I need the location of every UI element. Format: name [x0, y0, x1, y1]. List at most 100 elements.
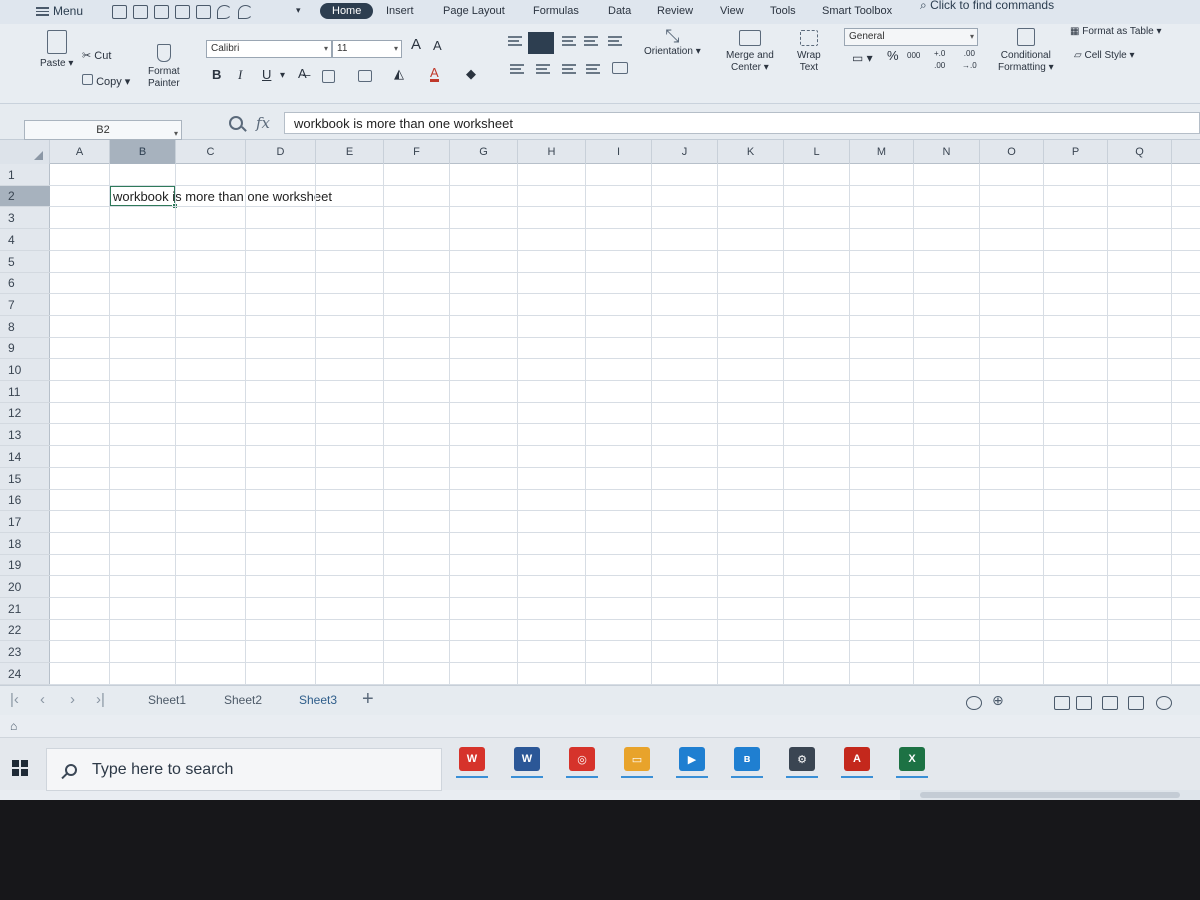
name-box[interactable]: B2 ▾ — [24, 120, 182, 140]
row-header[interactable]: 11 — [0, 381, 50, 403]
taskbar-app[interactable]: ⚙ — [780, 738, 824, 780]
reading-mode-icon[interactable] — [1054, 696, 1070, 710]
first-sheet-icon[interactable]: |‹ — [10, 691, 19, 708]
macro-recorder-icon[interactable]: ⌂ — [10, 719, 17, 733]
taskbar-app[interactable]: ▭ — [615, 738, 659, 780]
find-commands-search[interactable]: ⌕ Click to find commands — [920, 0, 1054, 13]
row-header[interactable]: 15 — [0, 468, 50, 490]
row-header[interactable]: 13 — [0, 424, 50, 446]
column-header[interactable]: A — [50, 140, 110, 164]
tab-tools[interactable]: Tools — [770, 5, 796, 17]
font-size-select[interactable]: 11 ▾ — [332, 40, 402, 58]
row-header[interactable]: 14 — [0, 446, 50, 468]
insert-function-button[interactable]: fx — [256, 114, 270, 132]
row-header[interactable]: 17 — [0, 511, 50, 533]
taskbar-app[interactable]: X — [890, 738, 934, 780]
row-header[interactable]: 20 — [0, 576, 50, 598]
fill-color-icon[interactable] — [358, 70, 372, 82]
taskbar-app[interactable]: W — [505, 738, 549, 780]
font-name-select[interactable]: Calibri ▾ — [206, 40, 332, 58]
normal-view-icon[interactable] — [1076, 696, 1092, 710]
save-icon[interactable] — [133, 5, 148, 19]
scrollbar-thumb[interactable] — [920, 792, 1180, 798]
eraser-icon[interactable]: ◆ — [466, 67, 476, 80]
print-preview-icon[interactable] — [196, 5, 211, 19]
paint-bucket-icon[interactable]: ◭ — [394, 67, 404, 80]
row-header[interactable]: 12 — [0, 403, 50, 424]
cell-style-button[interactable]: ▱ Cell Style ▾ — [1074, 50, 1135, 62]
prev-sheet-icon[interactable]: ‹ — [40, 691, 45, 708]
row-header[interactable]: 16 — [0, 490, 50, 511]
menu-button[interactable]: Menu — [36, 4, 83, 18]
row-header[interactable]: 24 — [0, 663, 50, 685]
row-header[interactable]: 22 — [0, 620, 50, 641]
align-middle-button-active[interactable] — [528, 32, 554, 54]
row-header[interactable]: 21 — [0, 598, 50, 620]
orientation-button[interactable]: ⤡ Orientation ▾ — [644, 27, 701, 58]
tab-view[interactable]: View — [720, 5, 744, 17]
column-header[interactable]: G — [450, 140, 518, 164]
row-header[interactable]: 8 — [0, 316, 50, 338]
add-sheet-icon[interactable]: + — [362, 688, 374, 711]
align-center-icon[interactable] — [536, 64, 550, 74]
taskbar-app[interactable]: ʙ — [725, 738, 769, 780]
taskbar-app[interactable]: A — [835, 738, 879, 780]
shrink-font-button[interactable]: A — [433, 38, 442, 53]
search-icon[interactable] — [229, 116, 243, 130]
wrap-text-button[interactable]: Wrap Text — [797, 30, 821, 74]
tab-home[interactable]: Home — [320, 3, 374, 19]
next-sheet-icon[interactable]: › — [70, 691, 75, 708]
taskbar-app[interactable]: W — [450, 738, 494, 780]
format-as-table-button[interactable]: ▦ Format as Table ▾ — [1070, 26, 1162, 38]
column-header[interactable]: Q — [1108, 140, 1172, 164]
italic-button[interactable]: I — [238, 67, 242, 83]
distributed-icon[interactable] — [612, 62, 628, 74]
column-header[interactable]: H — [518, 140, 586, 164]
percent-style-button[interactable]: % — [887, 49, 899, 62]
row-header[interactable]: 23 — [0, 641, 50, 663]
column-header[interactable]: E — [316, 140, 384, 164]
copy-button[interactable]: Copy ▾ — [82, 74, 130, 88]
conditional-formatting-button[interactable]: Conditional Formatting ▾ — [998, 28, 1054, 74]
indent-decrease-icon[interactable] — [584, 36, 598, 46]
row-header[interactable]: 1 — [0, 164, 50, 186]
taskbar-search-box[interactable]: Type here to search — [46, 748, 442, 791]
increase-decimal-icon[interactable]: +.0.00 — [934, 48, 945, 72]
merge-center-button[interactable]: Merge and Center ▾ — [726, 30, 774, 74]
row-header[interactable]: 5 — [0, 251, 50, 273]
sheet-tab-3-active[interactable]: Sheet3 — [299, 693, 337, 707]
align-bottom-icon[interactable] — [562, 36, 576, 46]
horizontal-scrollbar[interactable] — [900, 790, 1200, 800]
column-header[interactable]: R — [1172, 140, 1200, 164]
align-right-icon[interactable] — [562, 64, 576, 74]
grow-font-button[interactable]: A — [411, 36, 421, 53]
column-header[interactable]: L — [784, 140, 850, 164]
align-top-icon[interactable] — [508, 36, 522, 46]
column-header[interactable]: P — [1044, 140, 1108, 164]
column-header[interactable]: I — [586, 140, 652, 164]
underline-button[interactable]: U — [262, 67, 271, 82]
row-header[interactable]: 10 — [0, 359, 50, 381]
format-painter-button[interactable]: Format Painter — [148, 44, 180, 90]
column-header[interactable]: N — [914, 140, 980, 164]
row-header[interactable]: 2 — [0, 186, 50, 207]
formula-input[interactable]: workbook is more than one worksheet — [284, 112, 1200, 134]
align-left-icon[interactable] — [510, 64, 524, 74]
sheet-tab-1[interactable]: Sheet1 — [148, 693, 186, 707]
column-header[interactable]: F — [384, 140, 450, 164]
number-format-select[interactable]: General ▾ — [844, 28, 978, 46]
select-all-corner[interactable] — [0, 140, 50, 164]
bold-button[interactable]: B — [212, 67, 221, 82]
justify-icon[interactable] — [586, 64, 600, 74]
paste-button[interactable]: Paste ▾ — [40, 30, 73, 70]
indent-increase-icon[interactable] — [608, 36, 622, 46]
page-layout-view-icon[interactable] — [1102, 696, 1118, 710]
cell-area[interactable]: workbook is more than one worksheet — [50, 164, 1200, 685]
column-header[interactable]: D — [246, 140, 316, 164]
page-break-view-icon[interactable] — [1128, 696, 1144, 710]
taskbar-app[interactable]: ◎ — [560, 738, 604, 780]
column-header[interactable]: B — [110, 140, 176, 164]
cut-button[interactable]: ✂ Cut — [82, 50, 111, 62]
undo-icon[interactable] — [217, 5, 232, 19]
tab-page-layout[interactable]: Page Layout — [443, 5, 505, 17]
